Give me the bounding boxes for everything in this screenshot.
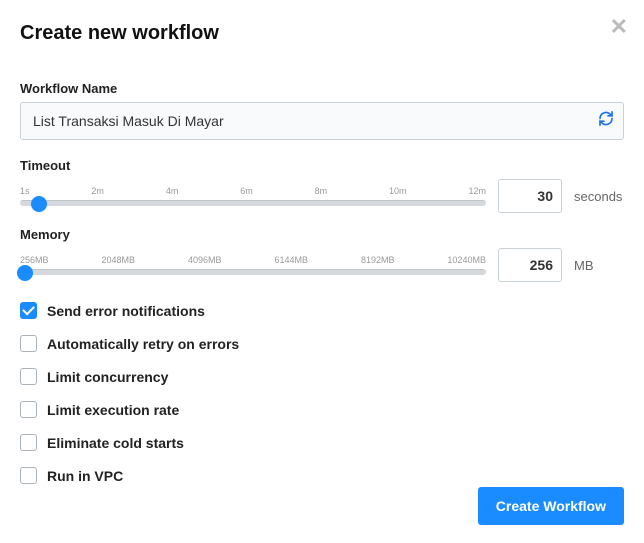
memory-value-input[interactable] [498,248,562,282]
tick-label: 12m [468,186,486,196]
tick-label: 256MB [20,255,49,265]
tick-label: 4096MB [188,255,222,265]
option-row: Automatically retry on errors [20,335,624,352]
option-checkbox[interactable] [20,467,37,484]
tick-label: 10m [389,186,407,196]
option-label: Automatically retry on errors [47,336,239,352]
timeout-section: Timeout 1s 2m 4m 6m 8m 10m 12m seconds [20,158,624,213]
workflow-name-label: Workflow Name [20,81,624,96]
timeout-slider[interactable] [20,200,486,206]
option-checkbox[interactable] [20,434,37,451]
workflow-name-wrap [20,102,624,140]
memory-label: Memory [20,227,624,242]
option-row: Run in VPC [20,467,624,484]
option-label: Limit concurrency [47,369,168,385]
option-row: Limit concurrency [20,368,624,385]
tick-label: 8m [315,186,328,196]
option-checkbox[interactable] [20,335,37,352]
timeout-unit: seconds [574,189,624,204]
create-workflow-button[interactable]: Create Workflow [478,487,624,525]
tick-label: 6144MB [274,255,308,265]
memory-section: Memory 256MB 2048MB 4096MB 6144MB 8192MB 1024… [20,227,624,282]
refresh-icon[interactable] [598,111,614,132]
timeout-value-input[interactable] [498,179,562,213]
option-label: Limit execution rate [47,402,179,418]
option-row: Send error notifications [20,302,624,319]
tick-label: 6m [240,186,253,196]
memory-unit: MB [574,258,624,273]
memory-slider[interactable] [20,269,486,275]
tick-label: 1s [20,186,30,196]
option-row: Eliminate cold starts [20,434,624,451]
timeout-ticks: 1s 2m 4m 6m 8m 10m 12m [20,186,486,196]
option-label: Eliminate cold starts [47,435,184,451]
timeout-label: Timeout [20,158,624,173]
options-list: Send error notifications Automatically re… [20,302,624,484]
modal-title: Create new workflow [20,22,624,45]
tick-label: 8192MB [361,255,395,265]
workflow-name-input[interactable] [20,102,624,140]
option-label: Send error notifications [47,303,205,319]
memory-ticks: 256MB 2048MB 4096MB 6144MB 8192MB 10240MB [20,255,486,265]
tick-label: 2m [91,186,104,196]
tick-label: 2048MB [101,255,135,265]
option-label: Run in VPC [47,468,123,484]
timeout-slider-thumb[interactable] [31,196,47,212]
create-workflow-modal: ✕ Create new workflow Workflow Name Time… [0,0,644,543]
option-row: Limit execution rate [20,401,624,418]
option-checkbox[interactable] [20,302,37,319]
tick-label: 10240MB [447,255,486,265]
option-checkbox[interactable] [20,368,37,385]
memory-slider-thumb[interactable] [17,265,33,281]
close-icon[interactable]: ✕ [610,14,628,40]
option-checkbox[interactable] [20,401,37,418]
tick-label: 4m [166,186,179,196]
